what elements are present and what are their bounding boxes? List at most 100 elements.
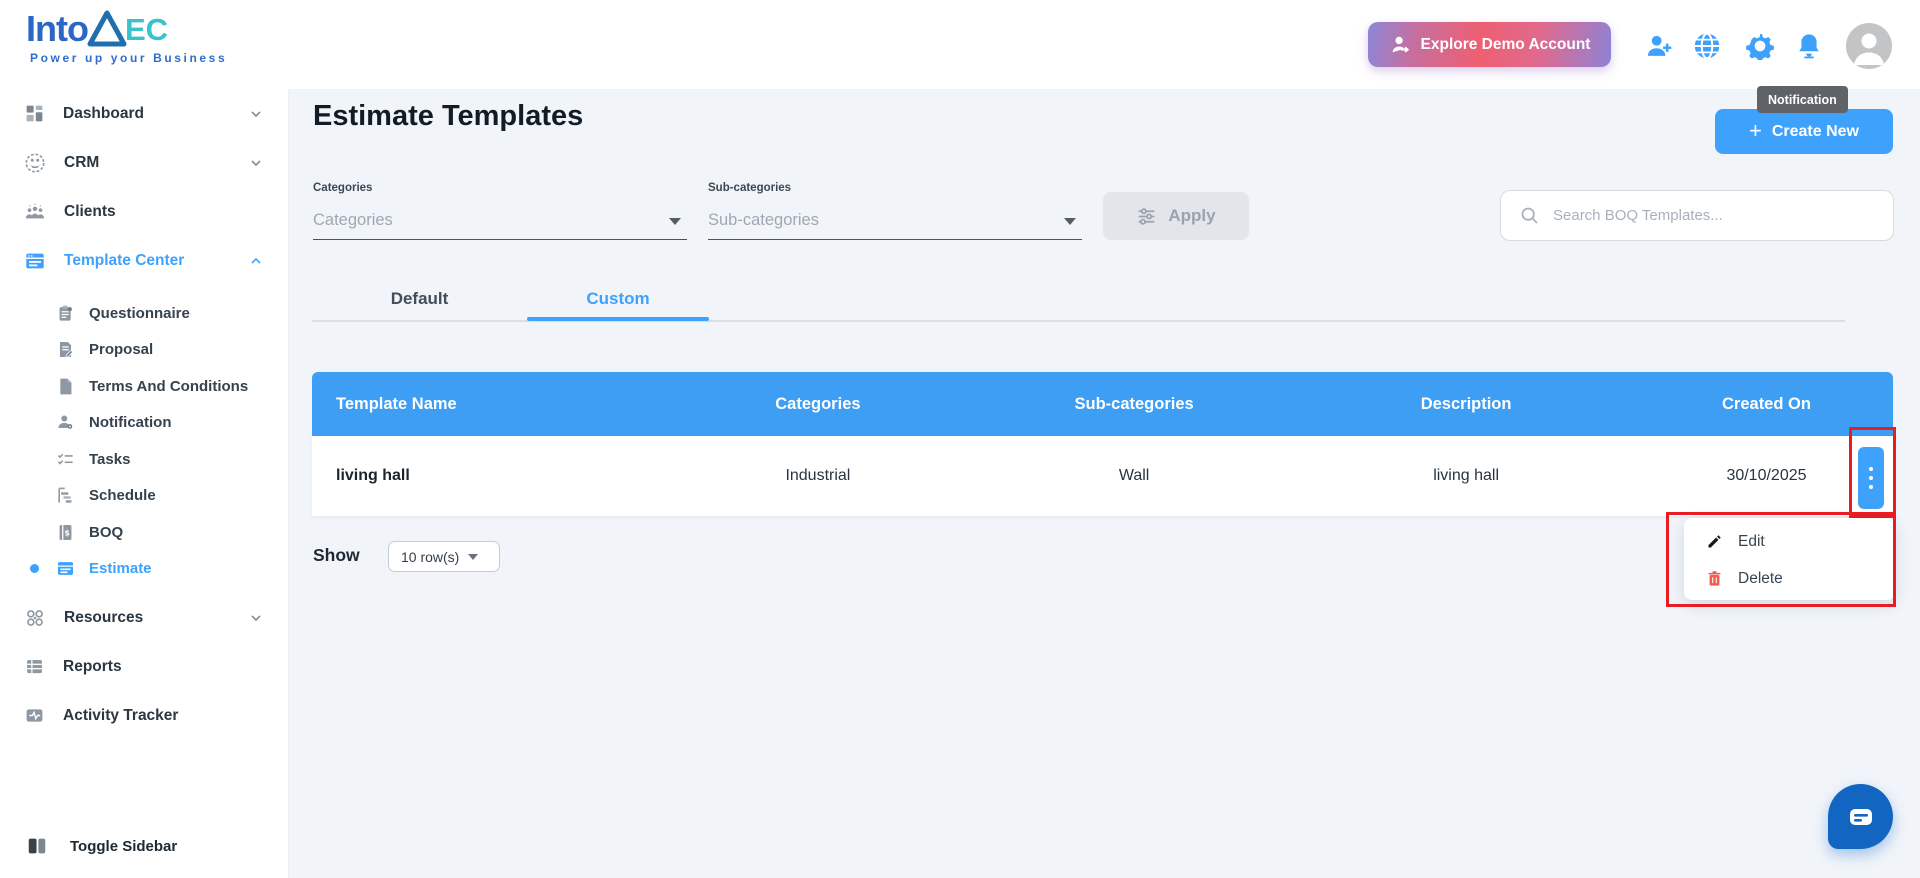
- sidebar-item-label: Notification: [89, 414, 172, 432]
- sidebar-item-reports[interactable]: Reports: [0, 642, 288, 691]
- sidebar-item-label: Dashboard: [63, 104, 144, 122]
- sidebar-item-clients[interactable]: Clients: [0, 187, 288, 236]
- row-actions-kebab-button[interactable]: [1858, 447, 1884, 509]
- sidebar-item-label: BOQ: [89, 523, 124, 541]
- sidebar-item-label: Proposal: [89, 341, 154, 359]
- delete-menu-item[interactable]: Delete: [1684, 560, 1895, 597]
- col-header-created-on: Created On: [1722, 394, 1811, 413]
- sidebar-item-label: Questionnaire: [89, 304, 190, 322]
- col-header-categories: Categories: [775, 394, 861, 413]
- chevron-up-icon: [251, 257, 261, 264]
- add-user-icon[interactable]: [1645, 32, 1673, 60]
- rows-per-page-value: 10 row(s): [401, 548, 460, 565]
- sidebar-item-schedule[interactable]: Schedule: [0, 478, 288, 515]
- top-header: Into EC Power up your Business Explore D…: [0, 0, 1920, 89]
- active-tab-underline: [527, 317, 709, 321]
- trash-icon: [1708, 571, 1721, 586]
- template-center-subnav: Questionnaire Proposal Terms And Conditi…: [0, 295, 288, 587]
- tasks-icon: [57, 453, 73, 465]
- show-label: Show: [313, 545, 360, 565]
- logo-triangle-icon: [87, 10, 127, 47]
- questionnaire-icon: [59, 305, 72, 321]
- proposal-icon: [59, 342, 74, 358]
- activity-tracker-icon: [26, 709, 43, 722]
- dashboard-icon: [26, 105, 43, 122]
- chat-icon: [1849, 808, 1872, 825]
- app-root: Into EC Power up your Business Explore D…: [0, 0, 1920, 878]
- boq-icon: $: [59, 524, 72, 540]
- logo-text-into: Into: [26, 8, 89, 49]
- page-title: Estimate Templates: [313, 100, 584, 132]
- rows-per-page-select[interactable]: 10 row(s): [388, 541, 500, 572]
- apply-button[interactable]: Apply: [1103, 192, 1249, 240]
- sidebar-item-proposal[interactable]: Proposal: [0, 332, 288, 369]
- sidebar-item-label: Terms And Conditions: [89, 377, 249, 395]
- kebab-dot: [1869, 476, 1873, 480]
- chat-launcher-button[interactable]: [1828, 784, 1893, 849]
- globe-icon[interactable]: [1693, 32, 1721, 60]
- subcategories-select[interactable]: Sub-categories: [708, 202, 1082, 240]
- sidebar-item-label: Estimate: [89, 560, 152, 578]
- plus-icon: +: [1748, 117, 1762, 143]
- delete-label: Delete: [1738, 569, 1783, 587]
- cell-created-on: 30/10/2025: [1726, 467, 1807, 484]
- templates-table: Template Name Categories Sub-categories …: [312, 372, 1893, 516]
- tab-custom[interactable]: Custom: [527, 281, 709, 317]
- explore-demo-account-button[interactable]: Explore Demo Account: [1368, 22, 1611, 67]
- demo-user-icon: [1392, 36, 1409, 53]
- gear-icon[interactable]: [1746, 32, 1774, 60]
- cell-template-name: living hall: [336, 467, 410, 484]
- chevron-down-icon: [251, 159, 261, 166]
- active-bullet: [30, 564, 39, 574]
- sidebar-item-label: CRM: [64, 153, 100, 171]
- sidebar-item-crm[interactable]: CRM: [0, 138, 288, 187]
- search-input[interactable]: [1553, 207, 1893, 224]
- toggle-sidebar-button[interactable]: Toggle Sidebar: [0, 822, 288, 870]
- notification-tooltip: Notification: [1757, 86, 1848, 113]
- cell-categories: Industrial: [785, 467, 851, 484]
- sidebar-item-activity-tracker[interactable]: Activity Tracker: [0, 691, 288, 740]
- col-header-template-name: Template Name: [336, 394, 457, 413]
- crm-icon: [25, 152, 45, 173]
- sidebar-item-resources[interactable]: Resources: [0, 593, 288, 642]
- sidebar-item-label: Clients: [64, 202, 116, 220]
- create-new-button[interactable]: + Create New: [1715, 109, 1893, 154]
- filter-sliders-icon: [1139, 207, 1155, 225]
- categories-label: Categories: [313, 182, 373, 194]
- sidebar-item-questionnaire[interactable]: Questionnaire: [0, 295, 288, 332]
- tab-default[interactable]: Default: [312, 281, 527, 317]
- toggle-sidebar-icon: [28, 838, 46, 854]
- estimate-icon: [57, 562, 74, 576]
- schedule-icon: [58, 487, 72, 503]
- categories-select[interactable]: Categories: [313, 202, 687, 240]
- edit-label: Edit: [1738, 532, 1765, 550]
- sidebar-item-dashboard[interactable]: Dashboard: [0, 89, 288, 138]
- notification-person-icon: [58, 415, 73, 430]
- row-context-menu: Edit Delete: [1684, 518, 1895, 600]
- table-header-row: Template Name Categories Sub-categories …: [312, 372, 1893, 436]
- table-row[interactable]: living hall Industrial Wall living hall …: [312, 436, 1893, 516]
- sidebar-item-notification[interactable]: Notification: [0, 405, 288, 442]
- brand-logo[interactable]: Into EC Power up your Business: [26, 8, 227, 65]
- clients-icon: [25, 203, 45, 218]
- edit-menu-item[interactable]: Edit: [1684, 523, 1895, 560]
- sidebar-item-label: Resources: [64, 608, 144, 626]
- sidebar-item-terms-and-conditions[interactable]: Terms And Conditions: [0, 368, 288, 405]
- sidebar-item-label: Reports: [63, 657, 122, 675]
- explore-demo-label: Explore Demo Account: [1420, 35, 1591, 53]
- kebab-dot: [1869, 485, 1873, 489]
- resources-icon: [27, 609, 43, 626]
- sidebar-item-label: Activity Tracker: [63, 706, 179, 724]
- sidebar-item-estimate[interactable]: Estimate: [0, 551, 288, 588]
- col-header-description: Description: [1420, 394, 1512, 413]
- sidebar-item-label: Tasks: [89, 450, 131, 468]
- avatar[interactable]: [1846, 23, 1892, 69]
- cell-description: living hall: [1433, 467, 1499, 484]
- sidebar-item-template-center[interactable]: Template Center: [0, 236, 288, 285]
- template-center-icon: [26, 253, 44, 268]
- kebab-dot: [1869, 467, 1873, 471]
- sidebar-item-boq[interactable]: $ BOQ: [0, 514, 288, 551]
- bell-icon[interactable]: [1795, 32, 1823, 60]
- sidebar-item-tasks[interactable]: Tasks: [0, 441, 288, 478]
- terms-icon: [60, 378, 72, 395]
